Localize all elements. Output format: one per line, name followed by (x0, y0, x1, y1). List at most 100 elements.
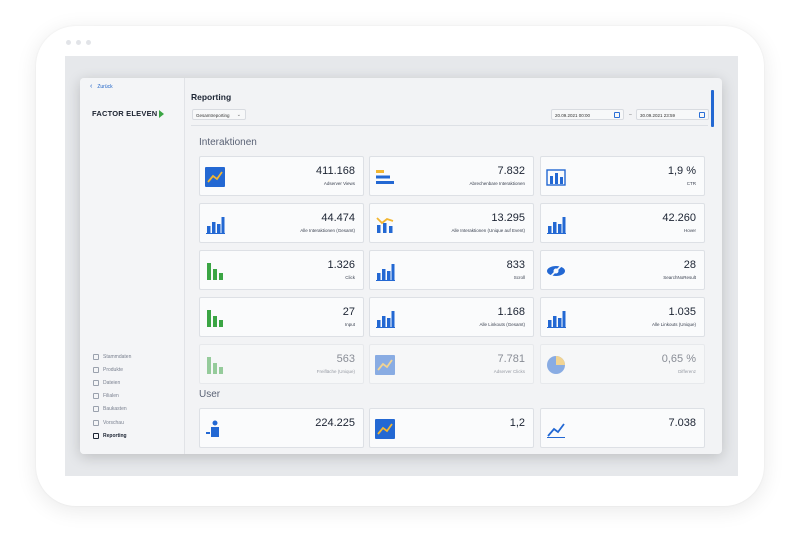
metric-label: Alle Linkouts (Unique) (651, 322, 696, 327)
divider (191, 125, 708, 126)
metric-label: Scroll (513, 275, 525, 280)
report-select-value: Gesamtreporting (196, 113, 230, 118)
metric-card[interactable]: 27 Input (199, 297, 364, 337)
metric-card[interactable]: 1.326 Click (199, 250, 364, 290)
metric-card[interactable]: 7.832 Abrechenbare Interaktionen (369, 156, 534, 196)
list-icon (93, 353, 99, 360)
sidebar-item-vorschau[interactable]: Vorschau (93, 416, 131, 429)
metric-value: 1.168 (497, 306, 525, 318)
section-title-interaktionen: Interaktionen (199, 137, 257, 148)
metric-value: 1,2 (509, 417, 525, 429)
scroll-indicator[interactable] (711, 90, 714, 127)
line-chart-icon (375, 355, 395, 375)
metric-label: Differenz (678, 369, 696, 374)
page-title: Reporting (191, 92, 232, 102)
sidebar-item-filialen[interactable]: Filialen (93, 390, 131, 403)
sidebar-item-label: Stammdaten (103, 353, 132, 360)
metric-value: 42.260 (662, 212, 696, 224)
metric-label: Hover (683, 228, 696, 233)
metric-card[interactable]: 1.168 Alle Linkouts (Gesamt) (369, 297, 534, 337)
pie-chart-icon (547, 356, 565, 374)
calendar-icon[interactable] (699, 112, 705, 118)
back-link[interactable]: ‹ Zurück (90, 83, 113, 90)
metric-label: CTR (686, 181, 696, 186)
sidebar-item-label: Baukasten (103, 406, 127, 413)
date-from-value: 20.09.2021 00:00 (555, 113, 591, 118)
metric-card[interactable]: 411.168 Adserver Views (199, 156, 364, 196)
sidebar-item-reporting[interactable]: Reporting (93, 429, 131, 442)
metric-value: 7.832 (497, 165, 525, 177)
date-separator: – (629, 112, 632, 118)
sidebar-item-label: Filialen (103, 393, 119, 400)
sidebar-item-label: Produkte (103, 366, 124, 373)
metric-value: 1.326 (327, 259, 355, 271)
sidebar-item-produkte[interactable]: Produkte (93, 363, 131, 376)
eye-off-icon (547, 263, 565, 279)
metric-value: 28 (683, 259, 696, 271)
combo-chart-icon (376, 217, 394, 233)
metric-label: Alle Interaktionen (Unique auf Event) (451, 228, 525, 233)
sidebar-nav: Stammdaten Produkte Dateien Filialen Bau… (93, 350, 131, 442)
metric-label: Adserver Views (323, 181, 355, 186)
metric-label: Freifläche (Unique) (316, 369, 355, 374)
metric-value: 7.038 (668, 417, 696, 429)
green-bar-icon (207, 263, 223, 280)
date-from-input[interactable]: 20.09.2021 00:00 (551, 109, 624, 120)
metric-card[interactable]: 0,65 % Differenz (540, 344, 705, 384)
logo-flag-icon (159, 109, 165, 118)
metric-card[interactable]: 1,9 % CTR (540, 156, 705, 196)
metric-card[interactable]: 7.781 Adserver Clicks (369, 344, 534, 384)
store-icon (93, 393, 99, 400)
bar-chart-icon (376, 311, 395, 328)
app-window: ‹ Zurück FACTOR ELEVEN Stammdaten Produk… (80, 78, 722, 454)
calendar-icon[interactable] (614, 112, 620, 118)
metric-card[interactable]: 7.038 (540, 408, 705, 448)
metric-value: 44.474 (321, 212, 355, 224)
sidebar: ‹ Zurück FACTOR ELEVEN Stammdaten Produk… (80, 78, 185, 454)
line-chart-icon (205, 167, 225, 187)
user-icon (206, 420, 219, 437)
metric-card[interactable]: 28 SearchNoResult (540, 250, 705, 290)
main-content: Reporting Gesamtreporting ⌄ 20.09.2021 0… (185, 78, 722, 454)
metric-card[interactable]: 224.225 (199, 408, 364, 448)
metric-value: 13.295 (491, 212, 525, 224)
metric-card[interactable]: 42.260 Hover (540, 203, 705, 243)
green-bar-icon (207, 310, 223, 327)
metric-card[interactable]: 563 Freifläche (Unique) (199, 344, 364, 384)
horizontal-bar-icon (376, 170, 394, 184)
sidebar-item-label: Reporting (103, 432, 127, 439)
section-title-user: User (199, 389, 221, 400)
metric-value: 7.781 (497, 353, 525, 365)
back-label: Zurück (97, 83, 113, 90)
trend-icon (547, 423, 565, 438)
bar-chart-icon (206, 217, 225, 234)
metric-value: 27 (342, 306, 355, 318)
bar-chart-icon (547, 311, 566, 328)
metric-label: Alle Linkouts (Gesamt) (479, 322, 525, 327)
metric-card[interactable]: 1.035 Alle Linkouts (Unique) (540, 297, 705, 337)
metric-label: Click (345, 275, 355, 280)
metric-value: 224.225 (315, 417, 355, 429)
eye-icon (93, 419, 99, 426)
sidebar-item-stammdaten[interactable]: Stammdaten (93, 350, 131, 363)
bar-chart-icon (376, 264, 395, 281)
file-icon (93, 379, 99, 386)
date-to-input[interactable]: 30.09.2021 23:59 (636, 109, 709, 120)
metric-card[interactable]: 833 Scroll (369, 250, 534, 290)
metric-card[interactable]: 1,2 (369, 408, 534, 448)
metric-value: 1.035 (668, 306, 696, 318)
sidebar-item-baukasten[interactable]: Baukasten (93, 403, 131, 416)
metric-card[interactable]: 44.474 Alle Interaktionen (Gesamt) (199, 203, 364, 243)
metric-card[interactable]: 13.295 Alle Interaktionen (Unique auf Eve… (369, 203, 534, 243)
sidebar-item-label: Dateien (103, 379, 121, 386)
report-select[interactable]: Gesamtreporting ⌄ (192, 109, 246, 120)
bar-chart-icon (547, 217, 566, 234)
metric-value: 1,9 % (667, 165, 696, 177)
logo-text: FACTOR ELEVEN (92, 109, 158, 118)
line-chart-icon (375, 419, 395, 439)
metric-label: SearchNoResult (663, 275, 696, 280)
window-dots (66, 40, 91, 45)
sidebar-item-dateien[interactable]: Dateien (93, 376, 131, 389)
logo: FACTOR ELEVEN (92, 109, 165, 118)
chevron-left-icon: ‹ (90, 83, 93, 90)
